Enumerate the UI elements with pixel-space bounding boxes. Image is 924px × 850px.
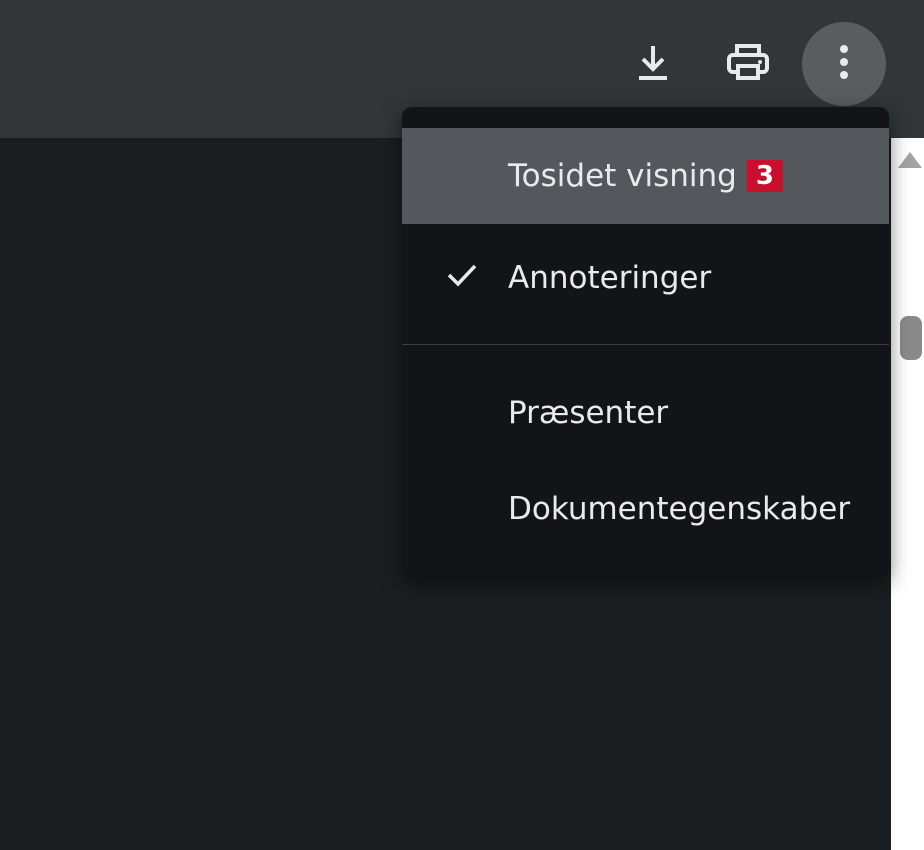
more-options-menu: Tosidet visning 3 Annoteringer Præsenter … <box>402 107 889 577</box>
print-button[interactable] <box>706 22 790 106</box>
menu-item-two-page-view[interactable]: Tosidet visning 3 <box>402 128 889 224</box>
menu-item-document-properties[interactable]: Dokumentegenskaber <box>402 461 889 557</box>
menu-item-label: Tosidet visning <box>508 158 737 194</box>
menu-item-label: Præsenter <box>508 395 669 431</box>
menu-item-present[interactable]: Præsenter <box>402 365 889 461</box>
menu-item-label: Annoteringer <box>508 260 712 296</box>
scrollbar-thumb[interactable] <box>900 316 922 360</box>
menu-item-label: Dokumentegenskaber <box>508 491 851 527</box>
check-icon <box>446 260 478 296</box>
download-button[interactable] <box>611 22 695 106</box>
menu-divider <box>402 344 889 345</box>
print-icon <box>726 42 770 86</box>
menu-item-annotations[interactable]: Annoteringer <box>402 230 889 326</box>
step-badge: 3 <box>746 160 783 192</box>
scroll-up-arrow-icon[interactable] <box>898 152 922 168</box>
download-icon <box>635 42 671 86</box>
vertical-scrollbar[interactable] <box>891 138 924 850</box>
more-options-button[interactable] <box>802 22 886 106</box>
more-vert-icon <box>839 44 849 84</box>
